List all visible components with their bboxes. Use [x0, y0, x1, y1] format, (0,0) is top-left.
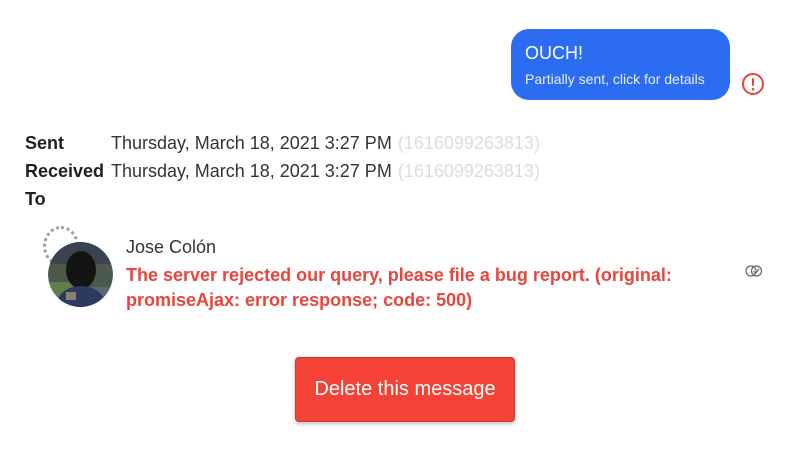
recipient-name: Jose Colón [126, 237, 217, 257]
received-label: Received [25, 160, 105, 181]
message-detail-page: OUCH! Partially sent, click for details … [0, 0, 805, 457]
received-row: Received Thursday, March 18, 2021 3:27 P… [25, 157, 540, 185]
double-check-icon [745, 265, 763, 277]
user-avatar [48, 242, 113, 307]
message-status[interactable]: Partially sent, click for details [525, 70, 716, 88]
sent-timestamp: (1616099263813) [397, 132, 540, 153]
message-bubble[interactable]: OUCH! Partially sent, click for details [511, 29, 730, 100]
message-text: OUCH! [525, 43, 583, 63]
to-row: To [25, 185, 540, 213]
alert-circle-icon[interactable] [741, 72, 765, 96]
avatar-container[interactable] [40, 226, 116, 310]
recipient-error-message: The server rejected our query, please fi… [126, 265, 672, 310]
recipient-entry: Jose Colón The server rejected our query… [40, 226, 780, 316]
received-timestamp: (1616099263813) [397, 160, 540, 181]
message-meta: Sent Thursday, March 18, 2021 3:27 PM (1… [25, 129, 540, 213]
sent-row: Sent Thursday, March 18, 2021 3:27 PM (1… [25, 129, 540, 157]
received-value: Thursday, March 18, 2021 3:27 PM [111, 160, 392, 181]
to-label: To [25, 188, 46, 209]
sent-label: Sent [25, 132, 65, 153]
delete-message-button[interactable]: Delete this message [295, 357, 515, 422]
sent-value: Thursday, March 18, 2021 3:27 PM [111, 132, 392, 153]
